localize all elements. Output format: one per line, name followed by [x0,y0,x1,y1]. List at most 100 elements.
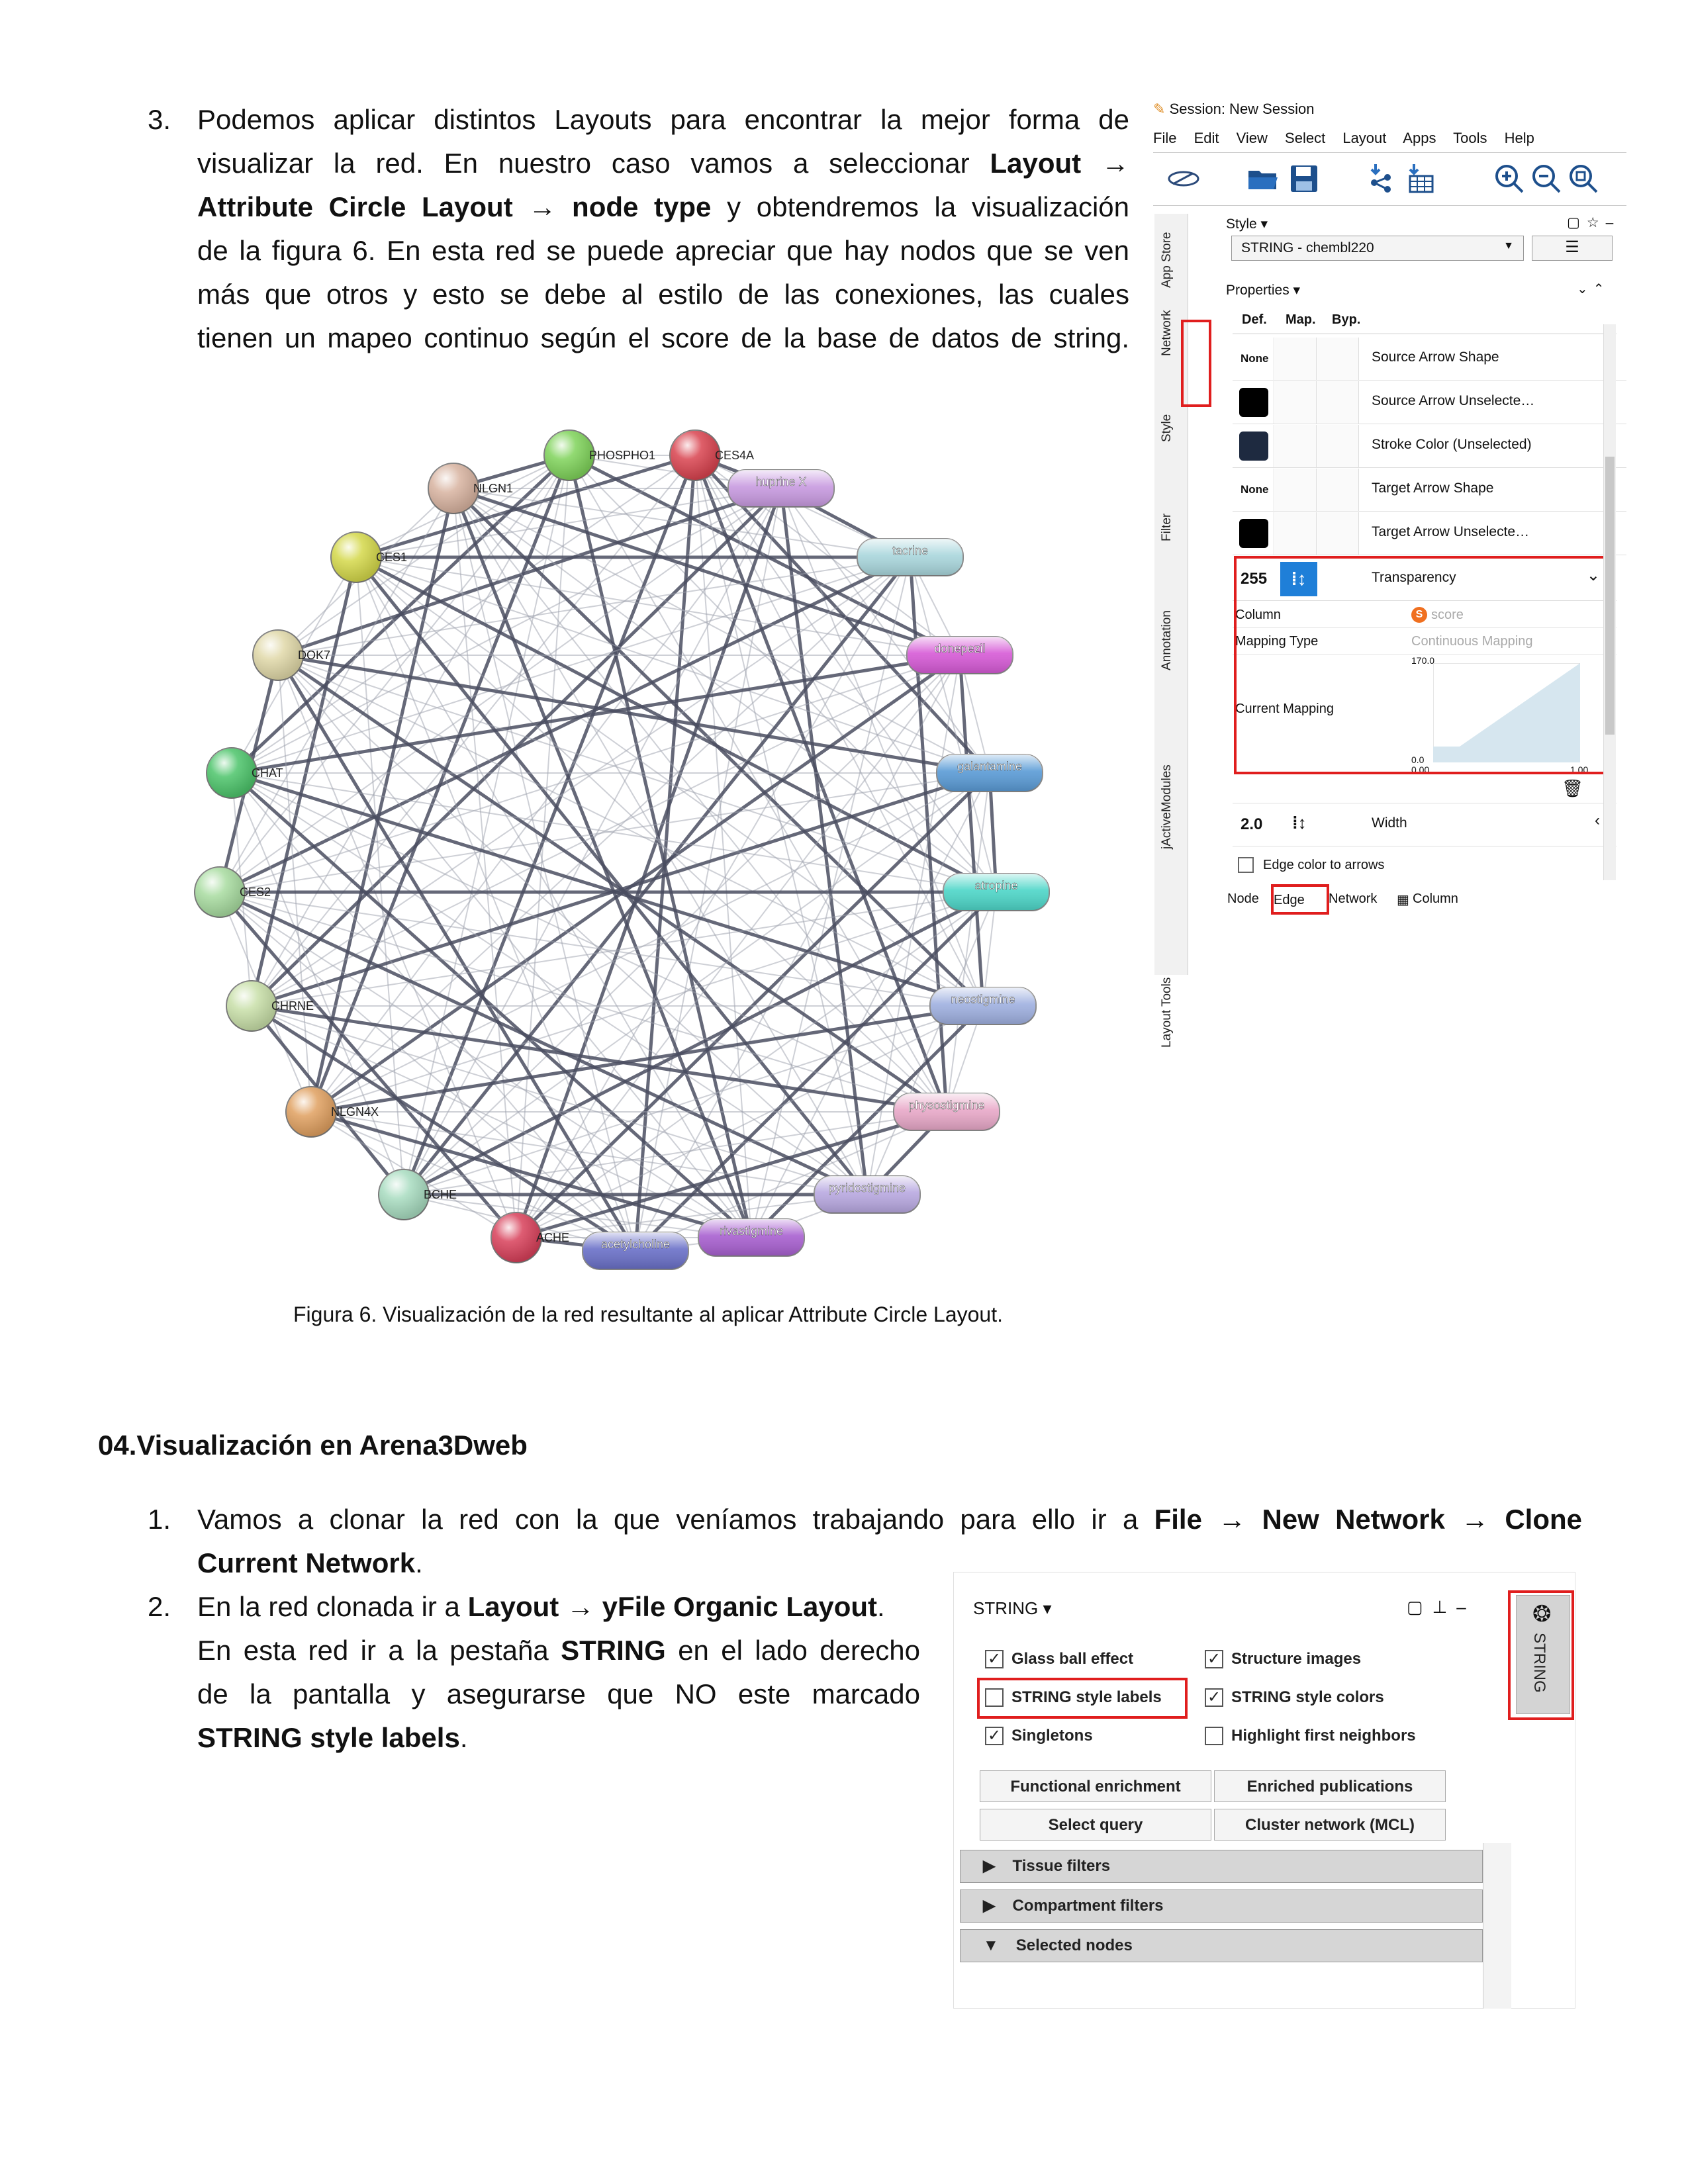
node-label: acetylcholine [601,1238,670,1251]
import-table-icon[interactable] [1403,161,1438,196]
node-label: tacrine [892,544,928,557]
style-dropdown-label[interactable]: Style ▾ [1226,216,1268,232]
properties-header: Def. Map. Byp. [1233,310,1617,334]
highlight-string-tab [1508,1590,1574,1720]
highlight-style-tab [1181,320,1211,407]
expand-collapse-icon[interactable]: ⌄⌃ [1577,281,1610,297]
menu-help[interactable]: Help [1505,130,1534,146]
menu-apps[interactable]: Apps [1403,130,1436,146]
property-row-stroke-color[interactable]: Stroke Color (Unselected)‹ [1233,425,1626,468]
menu-tools[interactable]: Tools [1453,130,1487,146]
enriched-publications-button[interactable]: Enriched publications [1214,1770,1446,1802]
functional-enrichment-button[interactable]: Functional enrichment [980,1770,1211,1802]
network-edge [251,1005,868,1195]
node-label: pyridostigmine [829,1181,906,1195]
tab-column[interactable]: Column [1413,891,1458,907]
tab-node[interactable]: Node [1227,891,1259,907]
network-node: tacrine [857,538,964,576]
highlight-string-style-labels [977,1678,1188,1719]
network-edge [218,891,518,1239]
menu-edit[interactable]: Edit [1194,130,1219,146]
compartment-filters-section[interactable]: ▶ Compartment filters [960,1889,1483,1923]
zoom-fit-icon[interactable] [1566,161,1601,196]
trash-icon[interactable]: 🗑 [1562,778,1583,799]
menu-select[interactable]: Select [1285,130,1325,146]
selected-nodes-section[interactable]: ▼ Selected nodes [960,1929,1483,1962]
tab-annotation[interactable]: Annotation [1160,610,1174,670]
panel-window-controls[interactable]: ▢☆– [1567,214,1620,231]
network-node: neostigmine [929,987,1037,1025]
cytoscape-panel: ✎ Session: New Session File Edit View Se… [1153,98,1626,1048]
menu-view[interactable]: View [1237,130,1268,146]
edge-color-to-arrows-checkbox[interactable] [1238,857,1254,873]
color-swatch[interactable] [1239,432,1268,461]
network-node: huprine X [727,469,835,508]
open-folder-icon[interactable] [1246,161,1280,196]
properties-dropdown[interactable]: Properties ▾ [1226,282,1300,298]
network-edge [453,488,911,558]
chevron-down-icon: ▼ [1503,240,1514,251]
tissue-filters-section[interactable]: ▶ Tissue filters [960,1850,1483,1883]
color-swatch[interactable] [1239,519,1268,548]
color-swatch[interactable] [1239,388,1268,417]
tab-network[interactable]: Network [1160,310,1174,356]
property-row-source-arrow-shape[interactable]: None Source Arrow Shape‹ [1233,338,1626,381]
import-network-arrow-icon[interactable] [1365,161,1399,196]
tab-filter[interactable]: Filter [1160,514,1174,541]
glass-ball-checkbox[interactable]: ✓ [985,1650,1004,1668]
node-label: rivastigmine [720,1224,783,1238]
property-row-target-arrow-unselected[interactable]: Target Arrow Unselecte…‹ [1233,512,1626,555]
network-edge [250,557,358,1007]
line: visualizar la red. En nuestro caso vamos… [197,148,1130,179]
menu-file[interactable]: File [1153,130,1176,146]
toolbar [1153,156,1626,203]
line: Podemos aplicar distintos Layouts para e… [197,104,1129,135]
node-label: atropine [974,879,1017,892]
session-title: ✎ Session: New Session [1153,101,1315,117]
cluster-network-button[interactable]: Cluster network (MCL) [1214,1809,1446,1841]
tab-jactivemodules[interactable]: jActiveModules [1160,764,1174,849]
save-icon[interactable] [1287,161,1321,196]
node-label: neostigmine [951,993,1015,1006]
node-label: CHAT [252,766,283,780]
string-panel-scrollbar[interactable] [1483,1843,1511,2009]
style-select[interactable]: STRING - chembl220 ▼ [1231,236,1524,261]
network-node: galantamine [936,754,1043,792]
network-node: ACHE [491,1212,569,1263]
edge-color-to-arrows-label: Edge color to arrows [1263,858,1385,872]
network-edge [219,891,947,1113]
property-row-target-arrow-shape[interactable]: None Target Arrow Shape‹ [1233,469,1626,512]
import-network-icon[interactable] [1166,161,1201,196]
singletons-checkbox[interactable]: ✓ [985,1727,1004,1745]
structure-images-label: Structure images [1231,1650,1362,1668]
zoom-out-icon[interactable] [1529,161,1564,196]
panel-window-controls[interactable]: ▢⊥– [1407,1597,1476,1617]
network-node: acetylcholine [582,1232,689,1270]
tab-app-store[interactable]: App Store [1160,232,1174,289]
tab-layout-tools[interactable]: Layout Tools [1160,978,1174,1048]
menu-layout[interactable]: Layout [1342,130,1386,146]
property-row-source-arrow-unselected[interactable]: Source Arrow Unselecte…‹ [1233,381,1626,424]
node-label: BCHE [424,1188,457,1201]
zoom-in-icon[interactable] [1492,161,1526,196]
property-row-width[interactable]: 2.0 ⁞↕ Width ‹ [1233,803,1617,846]
string-style-colors-checkbox[interactable]: ✓ [1205,1688,1223,1707]
node-label: physostigmine [908,1099,984,1112]
network-figure: PHOSPHO1 CES4Ahuprine X NLGN1 tacrine CES1 do… [194,430,1050,1270]
string-panel-title[interactable]: STRING ▾ [973,1598,1052,1619]
highlight-first-neighbors-checkbox[interactable] [1205,1727,1223,1745]
section-heading: 04.Visualización en Arena3Dweb [98,1430,528,1461]
network-node: rivastigmine [698,1218,805,1257]
style-options-menu-icon[interactable]: ☰ [1532,236,1613,261]
highlight-edge-tab [1271,884,1329,915]
tab-network[interactable]: Network [1329,891,1377,907]
string-style-colors-label: STRING style colors [1231,1688,1384,1706]
tab-style[interactable]: Style [1160,414,1174,442]
structure-images-checkbox[interactable]: ✓ [1205,1650,1223,1668]
caret-down-icon: ▼ [983,1936,999,1954]
properties-scrollbar[interactable] [1603,324,1616,880]
menu-bar: File Edit View Select Layout Apps Tools … [1153,130,1548,147]
select-query-button[interactable]: Select query [980,1809,1211,1841]
node-label: NLGN4X [331,1105,379,1118]
network-edge [251,455,570,1007]
